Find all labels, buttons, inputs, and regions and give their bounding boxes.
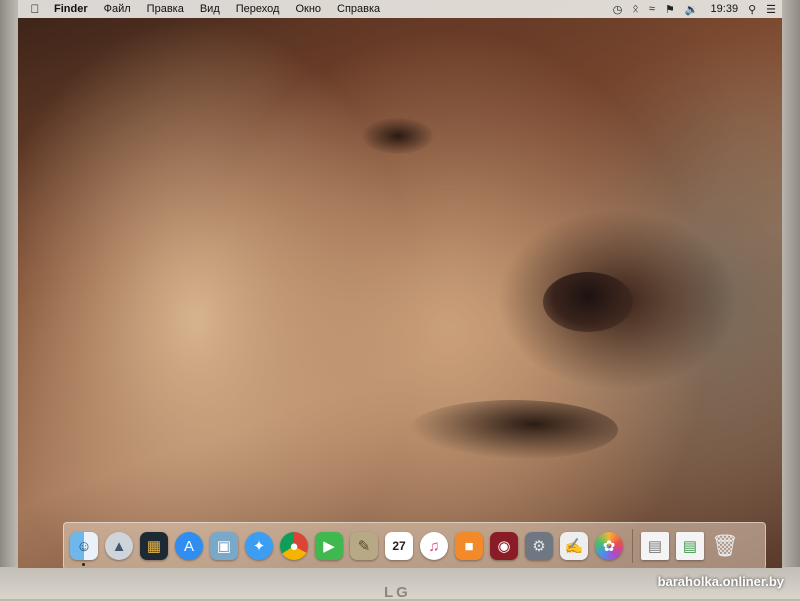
bluetooth-icon[interactable]: ᛟ: [632, 3, 639, 15]
dock: ☺ ▲ ▦ A ▣ ✦ ● ▶ ✎ 27 ♫ ■ ◉ ⚙ ✍ ✿ ▤ ▤ 🗑: [63, 522, 766, 568]
status-area: ◷ ᛟ ≈ ⚑ 🔉 19:39 ⚲ ☰: [603, 0, 776, 18]
monitor-brand-logo: LG: [384, 584, 411, 601]
menu-bar:  Finder Файл Правка Вид Переход Окно Сп…: [18, 0, 782, 18]
menu-window[interactable]: Окно: [295, 3, 321, 15]
dock-launchpad-icon[interactable]: ▲: [105, 532, 133, 560]
dock-finder-icon[interactable]: ☺: [70, 532, 98, 566]
dock-app-store-icon[interactable]: A: [175, 532, 203, 560]
menu-edit[interactable]: Правка: [147, 3, 184, 15]
menu-finder[interactable]: Finder: [54, 3, 88, 15]
menu-view[interactable]: Вид: [200, 3, 220, 15]
dock-system-preferences-icon[interactable]: ⚙: [525, 532, 553, 560]
spotlight-search-icon[interactable]: ⚲: [748, 3, 756, 16]
dock-textedit-icon[interactable]: ✍: [560, 532, 588, 560]
wifi-icon[interactable]: ≈: [649, 3, 655, 15]
wallpaper-detail-eye: [363, 118, 433, 154]
dock-facetime-icon[interactable]: ▶: [315, 532, 343, 560]
input-source-flag-icon[interactable]: ⚑: [665, 3, 675, 16]
dock-preview-icon[interactable]: ▣: [210, 532, 238, 560]
dock-photo-booth-icon[interactable]: ◉: [490, 532, 518, 560]
dock-document-icon[interactable]: ▤: [676, 532, 704, 560]
menu-help[interactable]: Справка: [337, 3, 380, 15]
dock-ibooks-icon[interactable]: ■: [455, 532, 483, 560]
wallpaper-detail-nose: [543, 272, 633, 332]
menu-go[interactable]: Переход: [236, 3, 280, 15]
wallpaper-detail-mouth: [408, 400, 618, 460]
dock-separator: [632, 529, 633, 563]
menu-file[interactable]: Файл: [104, 3, 131, 15]
dock-chrome-icon[interactable]: ●: [280, 532, 308, 560]
dock-mission-control-icon[interactable]: ▦: [140, 532, 168, 560]
desktop[interactable]:  Finder Файл Правка Вид Переход Окно Сп…: [18, 0, 782, 568]
volume-icon[interactable]: 🔉: [685, 3, 699, 16]
watermark: baraholka.onliner.by: [657, 574, 784, 589]
dock-photos-icon[interactable]: ✿: [595, 532, 623, 560]
dock-trash-icon[interactable]: 🗑: [711, 532, 739, 560]
dock-notes-icon[interactable]: ✎: [350, 532, 378, 560]
dock-itunes-icon[interactable]: ♫: [420, 532, 448, 560]
dock-calendar-icon[interactable]: 27: [385, 532, 413, 560]
time-machine-icon[interactable]: ◷: [613, 3, 623, 16]
dock-safari-icon[interactable]: ✦: [245, 532, 273, 560]
dock-document-icon[interactable]: ▤: [641, 532, 669, 560]
menubar-clock[interactable]: 19:39: [711, 3, 739, 15]
apple-menu-icon[interactable]: : [26, 2, 44, 16]
running-indicator: [82, 563, 85, 566]
notification-center-icon[interactable]: ☰: [766, 3, 776, 16]
calendar-day: 27: [392, 539, 406, 553]
